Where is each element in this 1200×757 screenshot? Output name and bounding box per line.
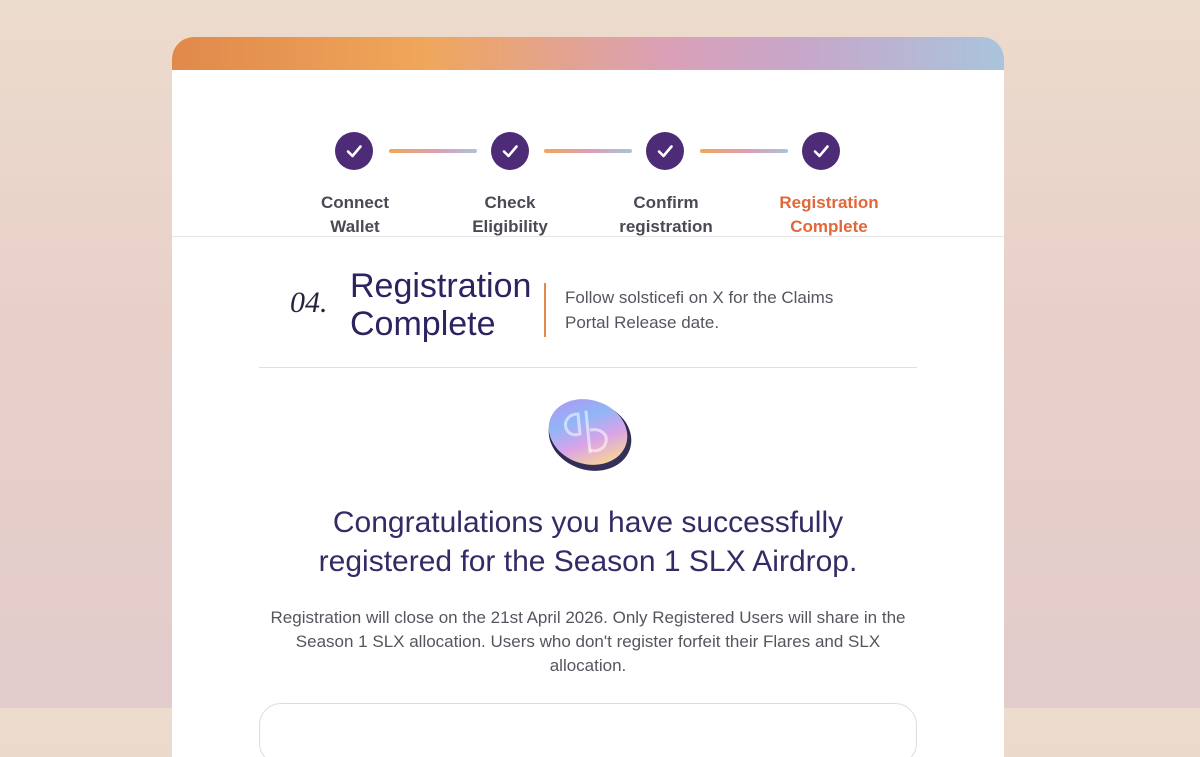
- slx-coin-icon: [544, 394, 634, 472]
- section-title: Registration Complete: [350, 267, 540, 343]
- step-2-label-line1: Check: [484, 193, 536, 212]
- step-connector-2: [544, 149, 632, 153]
- step-3-label-line1: Confirm: [633, 193, 699, 212]
- congrats-heading: Congratulations you have successfully re…: [318, 506, 858, 578]
- step-connector-3: [700, 149, 788, 153]
- step-2-check-icon: [491, 132, 529, 170]
- section-horizontal-divider: [259, 367, 917, 368]
- step-1-label-line1: Connect: [321, 193, 389, 212]
- gradient-header-bar: [172, 37, 1004, 70]
- step-2-label: Check Eligibility: [435, 191, 585, 239]
- bottom-panel: [259, 703, 917, 757]
- step-4-label-line1: Registration: [779, 193, 879, 212]
- section-header: 04. Registration Complete Follow solstic…: [172, 237, 1004, 368]
- section-title-line2: Complete: [350, 305, 496, 343]
- registration-info-text: Registration will close on the 21st Apri…: [270, 608, 906, 675]
- step-3-label-line2: registration: [619, 217, 713, 236]
- section-note: Follow solsticefi on X for the Claims Po…: [565, 288, 834, 332]
- section-number: 04.: [290, 286, 328, 319]
- registration-card: Connect Wallet Check Eligibility Confirm…: [172, 37, 1004, 757]
- section-title-line1: Registration: [350, 267, 532, 305]
- step-2-label-line2: Eligibility: [472, 217, 548, 236]
- step-4-check-icon: [802, 132, 840, 170]
- step-4-label: Registration Complete: [754, 191, 904, 239]
- step-1-check-icon: [335, 132, 373, 170]
- step-3-check-icon: [646, 132, 684, 170]
- step-1-label-line2: Wallet: [330, 217, 380, 236]
- step-4-label-line2: Complete: [790, 217, 868, 236]
- step-connector-1: [389, 149, 477, 153]
- step-1-label: Connect Wallet: [280, 191, 430, 239]
- step-3-label: Confirm registration: [591, 191, 741, 239]
- progress-stepper: Connect Wallet Check Eligibility Confirm…: [172, 70, 1004, 237]
- section-vertical-divider: [544, 283, 546, 337]
